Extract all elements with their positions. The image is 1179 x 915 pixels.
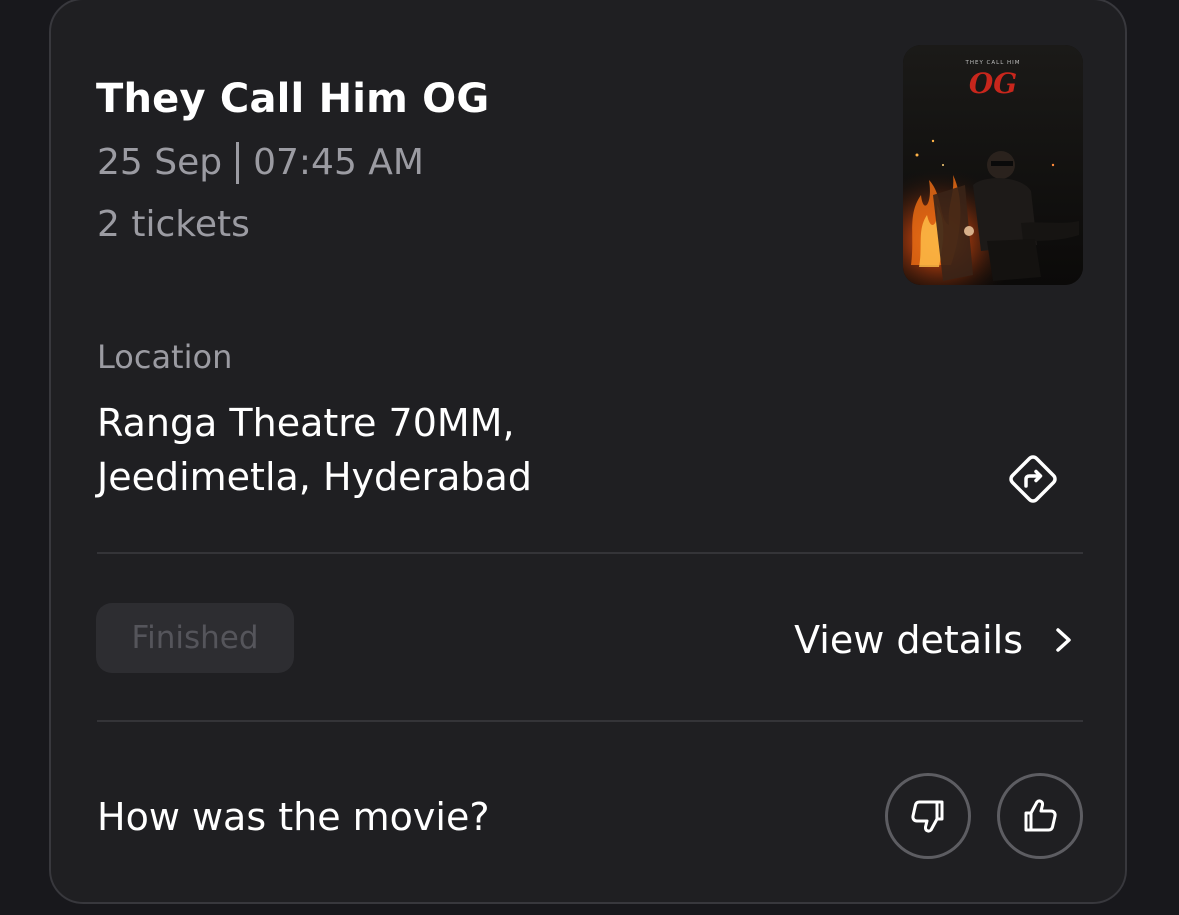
thumbs-up-icon <box>1024 799 1057 832</box>
show-date: 25 Sep <box>97 142 223 183</box>
divider <box>97 720 1083 722</box>
movie-poster[interactable]: THEY CALL HIM OG <box>903 45 1083 285</box>
divider <box>97 552 1083 554</box>
address-line-2: Jeedimetla, Hyderabad <box>97 455 532 499</box>
poster-artwork: THEY CALL HIM OG <box>903 45 1083 285</box>
feedback-question: How was the movie? <box>97 795 490 839</box>
address-line-1: Ranga Theatre 70MM, <box>97 401 515 445</box>
view-details-label: View details <box>794 618 1023 662</box>
ticket-count: 2 tickets <box>97 204 250 245</box>
directions-button[interactable] <box>1004 450 1062 508</box>
theatre-address: Ranga Theatre 70MM, Jeedimetla, Hyderaba… <box>97 396 532 504</box>
show-datetime: 25 Sep 07:45 AM <box>97 140 424 186</box>
like-button[interactable] <box>997 773 1083 859</box>
thumbs-down-icon <box>911 800 944 833</box>
status-badge: Finished <box>96 603 294 673</box>
view-details-link[interactable]: View details <box>794 610 1075 670</box>
dislike-button[interactable] <box>885 773 971 859</box>
movie-title: They Call Him OG <box>96 76 490 122</box>
show-time: 07:45 AM <box>253 142 424 183</box>
location-label: Location <box>97 338 233 376</box>
datetime-separator <box>236 142 240 184</box>
poster-tagline: THEY CALL HIM <box>964 60 1020 66</box>
chevron-right-icon <box>1056 628 1071 652</box>
poster-logo: OG <box>969 67 1017 100</box>
directions-icon <box>1009 455 1057 503</box>
